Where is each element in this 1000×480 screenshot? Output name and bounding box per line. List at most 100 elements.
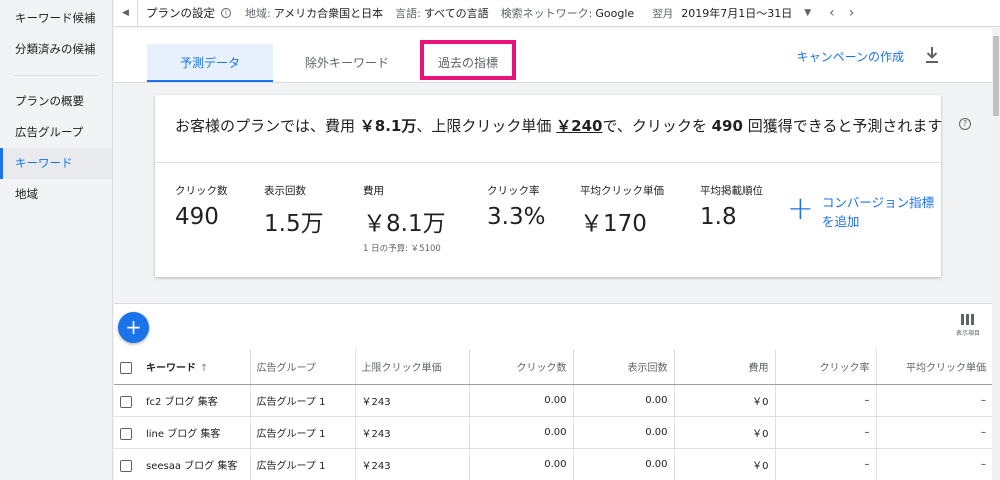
metric-cost[interactable]: 費用 ￥8.1万 1 日の予算: ￥5100 <box>363 183 446 254</box>
sidebar-item-locations[interactable]: 地域 <box>0 179 112 210</box>
avg-cpc-cell: – <box>876 384 992 417</box>
max-cpc-cell[interactable]: ￥243 <box>355 416 470 449</box>
keyword-cell: fc2 ブログ 集客 <box>114 384 251 417</box>
avg-cpc-cell: – <box>876 448 992 480</box>
sort-arrow-icon: ↑ <box>200 362 209 374</box>
ctr-cell: – <box>775 384 877 417</box>
tab-historical-metrics[interactable]: 過去の指標 <box>420 40 516 80</box>
metric-avg-position[interactable]: 平均掲載順位 1.8 <box>700 183 763 230</box>
language-setting[interactable]: 言語: すべての言語 <box>395 5 489 21</box>
sidebar-item-plan-overview[interactable]: プランの概要 <box>0 86 112 117</box>
sidebar-item-ad-groups[interactable]: 広告グループ <box>0 117 112 148</box>
ad-group-cell[interactable]: 広告グループ 1 <box>250 384 356 417</box>
ad-group-cell[interactable]: 広告グループ 1 <box>250 448 356 480</box>
location-setting[interactable]: 地域: アメリカ合衆国と日本 <box>245 5 383 21</box>
clicks-cell: 0.00 <box>469 416 574 449</box>
forecast-summary-card: お客様のプランでは、費用 ￥8.1万、上限クリック単価 ￥240で、クリックを … <box>155 95 971 277</box>
create-campaign-link[interactable]: キャンペーンの作成 <box>797 48 904 65</box>
ctr-cell: – <box>775 416 877 449</box>
metric-impressions[interactable]: 表示回数 1.5万 <box>264 183 324 238</box>
language-label: 言語: <box>395 7 421 20</box>
keyword-cell: line ブログ 集客 <box>114 416 251 449</box>
row-checkbox[interactable] <box>120 427 132 440</box>
max-cpc-cell[interactable]: ￥243 <box>355 384 470 417</box>
column-header-ad-group[interactable]: 広告グループ <box>250 349 356 385</box>
sidebar-item-keyword-ideas[interactable]: キーワード候補 <box>0 3 112 34</box>
column-header-impressions[interactable]: 表示回数 <box>573 349 675 385</box>
metric-value: ￥170 <box>580 211 647 237</box>
page-scrollbar[interactable] <box>992 28 1000 480</box>
row-checkbox[interactable] <box>120 459 132 472</box>
card-divider <box>155 162 941 163</box>
location-value: アメリカ合衆国と日本 <box>273 7 384 20</box>
metric-label: クリック率 <box>487 185 540 197</box>
ctr-cell: – <box>775 448 877 480</box>
avg-cpc-cell: – <box>876 416 992 449</box>
column-header-avg-cpc[interactable]: 平均クリック単価 <box>876 349 992 385</box>
add-conversion-metrics-button[interactable]: + コンバージョン指標 を追加 <box>787 189 934 231</box>
metric-label: 平均掲載順位 <box>700 185 763 197</box>
column-header-cost[interactable]: 費用 <box>674 349 776 385</box>
add-keyword-button[interactable]: + <box>118 312 149 343</box>
help-icon[interactable]: ? <box>959 118 971 130</box>
network-value: Google <box>595 7 635 20</box>
table-header-row: キーワード ↑ 広告グループ 上限クリック単価 クリック数 表示回数 費用 クリッ… <box>114 349 992 385</box>
impressions-cell: 0.00 <box>573 416 675 449</box>
language-value: すべての言語 <box>423 7 489 20</box>
keyword-table: キーワード ↑ 広告グループ 上限クリック単価 クリック数 表示回数 費用 クリッ… <box>114 349 992 480</box>
collapse-sidebar-button[interactable]: ◀ <box>114 0 138 27</box>
sidebar: キーワード候補 分類済みの候補 プランの概要 広告グループ キーワード 地域 <box>0 0 113 480</box>
plan-settings-bar: ◀ プランの設定 i 地域: アメリカ合衆国と日本 言語: すべての言語 検索ネット… <box>114 0 1000 27</box>
headline-text: 、上限クリック単価 <box>416 117 557 135</box>
headline-max-cpc-link[interactable]: ￥240 <box>556 117 602 135</box>
column-header-max-cpc[interactable]: 上限クリック単価 <box>355 349 470 385</box>
add-conversion-label: コンバージョン指標 を追加 <box>822 193 934 231</box>
add-conversion-line2: を追加 <box>821 214 860 229</box>
chevron-right-icon[interactable]: › <box>849 5 855 21</box>
download-icon[interactable] <box>924 46 940 64</box>
columns-button[interactable]: 表示項目 <box>956 314 980 337</box>
scrollbar-thumb[interactable] <box>993 36 999 116</box>
impressions-cell: 0.00 <box>573 448 675 480</box>
date-range-value: 2019年7月1日〜31日 <box>681 7 793 20</box>
ad-group-cell[interactable]: 広告グループ 1 <box>250 416 356 449</box>
table-row: fc2 ブログ 集客 広告グループ 1 ￥243 0.00 0.00 ￥0 – … <box>114 384 992 417</box>
network-label: 検索ネットワーク: <box>500 7 593 20</box>
max-cpc-cell[interactable]: ￥243 <box>355 448 470 480</box>
date-range-label: 翌月 <box>652 7 674 20</box>
select-all-checkbox[interactable] <box>120 361 132 374</box>
metric-avg-cpc[interactable]: 平均クリック単価 ￥170 <box>580 183 664 238</box>
forecast-headline: お客様のプランでは、費用 ￥8.1万、上限クリック単価 ￥240で、クリックを … <box>175 115 942 136</box>
info-icon[interactable]: i <box>221 8 231 18</box>
metric-value: 490 <box>175 204 219 230</box>
table-row: seesaa ブログ 集客 広告グループ 1 ￥243 0.00 0.00 ￥0… <box>114 448 992 480</box>
column-header-ctr[interactable]: クリック率 <box>775 349 877 385</box>
metric-value: 3.3% <box>487 204 546 230</box>
columns-button-label: 表示項目 <box>955 330 980 337</box>
plan-settings-title: プランの設定 <box>146 6 215 20</box>
plus-icon: + <box>787 189 814 227</box>
chevron-left-icon[interactable]: ‹ <box>829 5 835 21</box>
columns-icon <box>956 314 980 325</box>
row-checkbox[interactable] <box>120 395 132 408</box>
metric-clicks[interactable]: クリック数 490 <box>175 183 228 230</box>
column-header-clicks[interactable]: クリック数 <box>469 349 574 385</box>
keyword-table-section: + 表示項目 キーワード ↑ 広告グループ 上限クリック単価 クリック数 表示回数… <box>114 303 992 480</box>
headline-cost: ￥8.1万 <box>359 117 417 135</box>
network-setting[interactable]: 検索ネットワーク: Google <box>501 5 635 21</box>
date-range-select[interactable]: 翌月 2019年7月1日〜31日 ▼ <box>652 5 829 21</box>
add-conversion-line1: コンバージョン指標 <box>821 195 935 210</box>
metric-label: 平均クリック単価 <box>580 185 664 197</box>
location-label: 地域: <box>245 7 271 20</box>
column-header-label: キーワード <box>146 362 196 374</box>
metric-label: 表示回数 <box>264 185 306 197</box>
plus-icon: + <box>125 315 142 339</box>
column-header-keyword[interactable]: キーワード ↑ <box>114 349 251 385</box>
sidebar-item-grouped-ideas[interactable]: 分類済みの候補 <box>0 34 112 65</box>
clicks-cell: 0.00 <box>469 384 574 417</box>
keyword-text: line ブログ 集客 <box>146 428 221 440</box>
sidebar-item-keywords[interactable]: キーワード <box>0 148 112 179</box>
metric-ctr[interactable]: クリック率 3.3% <box>487 183 545 230</box>
tab-forecast[interactable]: 予測データ <box>147 44 273 82</box>
tab-negative-keywords[interactable]: 除外キーワード <box>279 44 415 82</box>
